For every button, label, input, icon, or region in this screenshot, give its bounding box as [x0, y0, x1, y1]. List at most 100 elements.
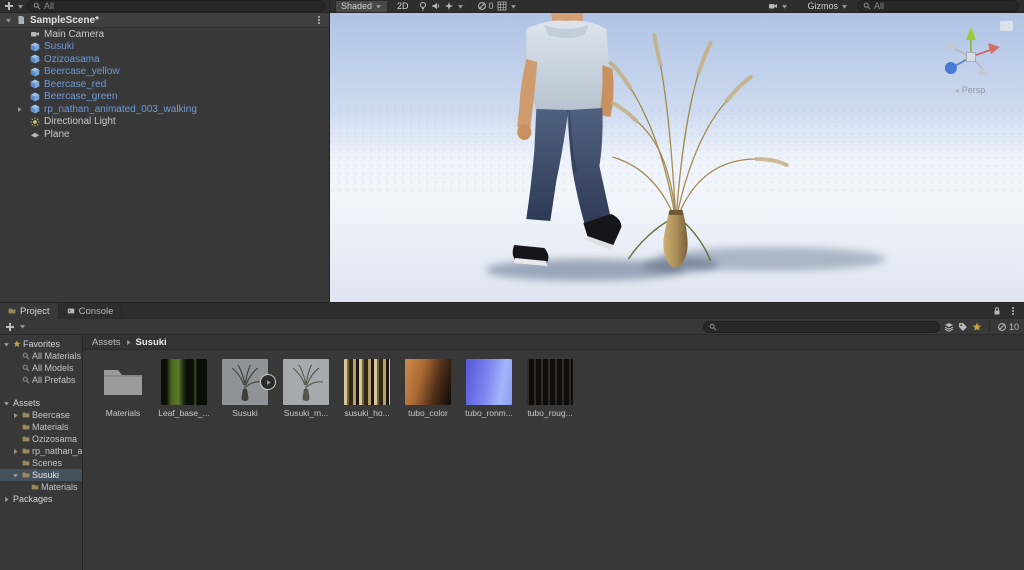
grid-visibility-toggle[interactable] — [497, 1, 507, 11]
breadcrumb-root[interactable]: Assets — [92, 337, 121, 348]
folder-icon — [22, 459, 30, 467]
project-console-panel: Project Console 10 Favorites All Materia… — [0, 302, 1024, 570]
projection-mode-label[interactable]: ◂ Persp — [926, 85, 1014, 95]
tree-item[interactable]: Susuki — [0, 469, 82, 481]
hierarchy-item[interactable]: rp_nathan_animated_003_walking — [0, 103, 329, 116]
hidden-objects-toggle[interactable]: 0 — [477, 1, 494, 11]
hierarchy-item-label: Susuki — [44, 41, 75, 53]
expand-icon[interactable] — [12, 472, 19, 479]
asset-item[interactable]: tubo_color — [401, 359, 455, 418]
folder-icon — [22, 435, 30, 443]
camera-settings-dropdown-icon[interactable] — [781, 3, 788, 10]
hierarchy-item[interactable]: Main Camera — [0, 28, 329, 41]
tree-item[interactable]: Beercase — [0, 409, 82, 421]
scene-collapse-icon[interactable] — [5, 17, 12, 24]
toggle-2d-button[interactable]: 2D — [391, 0, 415, 13]
asset-item[interactable]: Susuki_m... — [279, 359, 333, 418]
scene-audio-toggle[interactable] — [431, 1, 441, 11]
tree-item[interactable]: All Prefabs — [0, 374, 82, 386]
cube-icon — [30, 67, 40, 77]
folder-icon — [31, 483, 39, 491]
tree-item[interactable]: Ozizosama — [0, 433, 82, 445]
breadcrumb-current[interactable]: Susuki — [136, 337, 167, 348]
hierarchy-item[interactable]: Ozizoasama — [0, 53, 329, 66]
scene-header-row[interactable]: SampleScene* — [0, 13, 329, 28]
create-asset-button[interactable] — [5, 322, 15, 332]
project-search[interactable] — [702, 320, 940, 333]
divider — [469, 1, 471, 11]
asset-item[interactable]: tubo_roug... — [523, 359, 577, 418]
asset-item[interactable]: Materials — [96, 359, 150, 418]
scene-view-corner-icon[interactable] — [999, 21, 1013, 31]
create-asset-dropdown-icon[interactable] — [19, 323, 26, 330]
scene-effects-toggle[interactable] — [444, 1, 454, 11]
panel-menu-icon[interactable] — [1008, 306, 1018, 316]
lock-icon[interactable] — [992, 306, 1002, 316]
shading-mode-dropdown[interactable]: Shaded — [335, 0, 389, 13]
hidden-packages-toggle[interactable]: 10 — [997, 322, 1019, 332]
asset-item[interactable]: Leaf_base_... — [157, 359, 211, 418]
divider — [794, 1, 796, 11]
hierarchy-item[interactable]: Beercase_green — [0, 91, 329, 104]
scene-camera-settings-button[interactable] — [768, 1, 778, 11]
asset-label: tubo_ronm... — [465, 408, 513, 418]
gizmos-dropdown[interactable]: Gizmos — [801, 0, 854, 13]
asset-grid: Materials Leaf_base_... Susuki Susuki_m... s… — [83, 350, 1024, 418]
expand-icon[interactable] — [3, 400, 10, 407]
create-object-dropdown-icon[interactable] — [17, 3, 24, 10]
scene-search[interactable] — [857, 0, 1019, 12]
tree-item[interactable]: Scenes — [0, 457, 82, 469]
tree-item[interactable]: rp_nathan_a... — [0, 445, 82, 457]
project-search-input[interactable] — [719, 321, 934, 332]
search-by-label-button[interactable] — [958, 322, 968, 332]
search-icon — [33, 2, 41, 10]
plane-icon — [30, 129, 40, 139]
eye-off-icon — [997, 322, 1007, 332]
hierarchy-item[interactable]: Susuki — [0, 41, 329, 54]
hierarchy-item-label: Beercase_green — [44, 91, 118, 103]
asset-item[interactable]: susuki_ho... — [340, 359, 394, 418]
effects-dropdown-icon[interactable] — [457, 3, 464, 10]
light-icon — [30, 117, 40, 127]
scene-search-input[interactable] — [874, 1, 1013, 11]
hierarchy-item[interactable]: Beercase_yellow — [0, 66, 329, 79]
project-folder-tree: Favorites All Materials All Models All Pref… — [0, 335, 83, 570]
tree-item[interactable]: Packages — [0, 493, 82, 505]
asset-label: tubo_color — [408, 408, 448, 418]
tree-item[interactable]: All Models — [0, 362, 82, 374]
tree-item[interactable]: All Materials — [0, 350, 82, 362]
project-tab-icon — [8, 307, 16, 315]
tree-item[interactable]: Materials — [0, 421, 82, 433]
scene-render[interactable] — [330, 13, 1024, 302]
prefab-open-badge[interactable] — [260, 374, 276, 390]
expand-icon[interactable] — [3, 496, 10, 503]
search-by-type-button[interactable] — [944, 322, 954, 332]
tree-item[interactable]: Assets — [0, 397, 82, 409]
expand-icon[interactable] — [12, 448, 19, 455]
scene-options-icon[interactable] — [314, 15, 324, 25]
scene-name: SampleScene* — [30, 14, 99, 26]
expand-icon[interactable] — [16, 106, 23, 113]
hierarchy-search[interactable] — [27, 0, 325, 12]
hierarchy-item[interactable]: Beercase_red — [0, 78, 329, 91]
tab-project[interactable]: Project — [0, 303, 59, 319]
create-object-button[interactable] — [4, 1, 14, 11]
tab-console[interactable]: Console — [58, 303, 123, 319]
save-search-button[interactable] — [972, 322, 982, 332]
search-icon — [22, 364, 30, 372]
expand-icon[interactable] — [3, 341, 10, 348]
grid-dropdown-icon[interactable] — [510, 3, 517, 10]
tree-item[interactable]: Favorites — [0, 338, 82, 350]
scene-lighting-toggle[interactable] — [418, 1, 428, 11]
expand-icon[interactable] — [12, 412, 19, 419]
hierarchy-item[interactable]: Directional Light — [0, 116, 329, 129]
toggle-2d-label: 2D — [397, 1, 409, 11]
tree-item[interactable]: Materials — [0, 481, 82, 493]
scene-view[interactable]: ◂ Persp — [330, 13, 1024, 302]
hierarchy-search-input[interactable] — [44, 1, 319, 11]
hidden-count: 10 — [1008, 321, 1019, 332]
hierarchy-item[interactable]: Plane — [0, 128, 329, 141]
asset-item[interactable]: tubo_ronm... — [462, 359, 516, 418]
tree-item-label: Susuki — [32, 470, 60, 480]
asset-item[interactable]: Susuki — [218, 359, 276, 418]
